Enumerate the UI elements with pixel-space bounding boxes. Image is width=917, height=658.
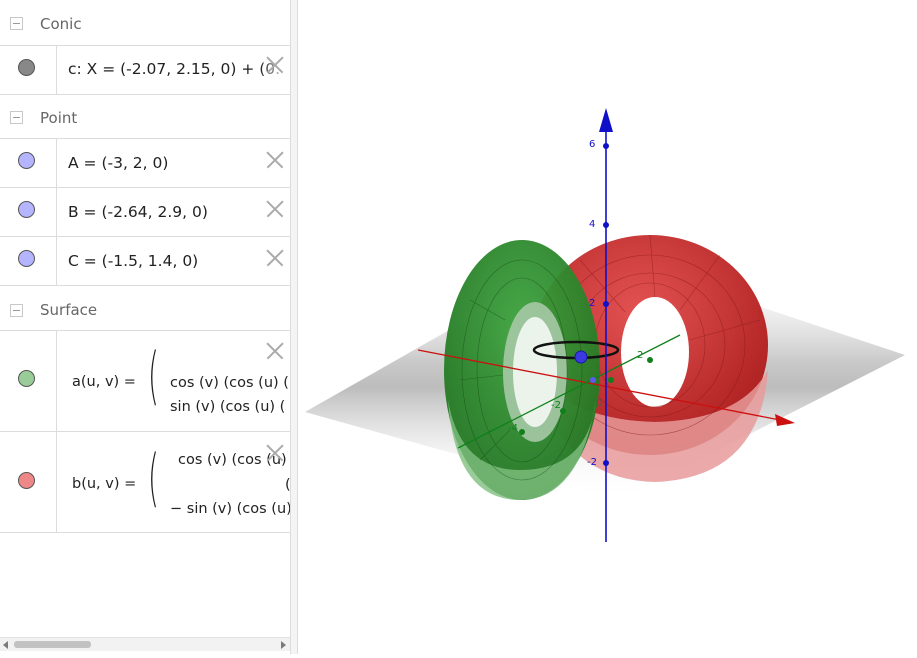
z-tick-label: 6: [589, 139, 595, 150]
delete-icon[interactable]: [266, 342, 284, 360]
marble-cell: [0, 139, 57, 187]
point-marker[interactable]: [590, 377, 596, 383]
group-header-conic[interactable]: Conic: [0, 0, 290, 46]
z-tick-label: 4: [589, 219, 595, 230]
surface-name[interactable]: b(u, v) =: [72, 476, 136, 492]
scrollbar-thumb[interactable]: [14, 641, 91, 648]
algebra-row-point-a[interactable]: A = (-3, 2, 0): [0, 139, 290, 188]
algebra-row-surface-a[interactable]: a(u, v) = ( cos (v) (cos (u) ( sin (v) (…: [0, 331, 290, 432]
conic-definition[interactable]: c: X = (-2.07, 2.15, 0) + (0.: [68, 60, 280, 78]
z-tick-label: 2: [589, 298, 595, 309]
graphics-canvas[interactable]: 6 4 2 -2 2 -2 -4 0: [298, 0, 917, 654]
point-marker[interactable]: [608, 377, 614, 383]
point-definition[interactable]: A = (-3, 2, 0): [68, 154, 168, 172]
y-tick-label: -4: [508, 423, 518, 434]
scroll-left-icon[interactable]: [3, 641, 8, 649]
collapse-icon[interactable]: [10, 17, 23, 30]
marble-cell: [0, 237, 57, 285]
matrix-row: − sin (v) (cos (u): [170, 501, 290, 517]
marble-cell: [0, 432, 57, 532]
delete-icon[interactable]: [266, 151, 284, 169]
marble-cell: [0, 331, 57, 431]
visibility-toggle-icon[interactable]: [18, 59, 35, 76]
algebra-row-surface-b[interactable]: b(u, v) = ( cos (v) (cos (u) ( − sin (v)…: [0, 432, 290, 533]
algebra-row-point-b[interactable]: B = (-2.64, 2.9, 0): [0, 188, 290, 237]
view-divider[interactable]: [290, 0, 298, 654]
visibility-toggle-icon[interactable]: [18, 472, 35, 489]
group-header-point[interactable]: Point: [0, 95, 290, 139]
algebra-row-point-c[interactable]: C = (-1.5, 1.4, 0): [0, 237, 290, 286]
delete-icon[interactable]: [266, 444, 284, 462]
group-title: Conic: [40, 15, 82, 33]
matrix-row: sin (v) (cos (u) (: [170, 399, 286, 415]
surface-name[interactable]: a(u, v) =: [72, 374, 136, 390]
group-header-surface[interactable]: Surface: [0, 286, 290, 331]
matrix-bracket: (: [148, 339, 159, 412]
collapse-icon[interactable]: [10, 304, 23, 317]
point-definition[interactable]: C = (-1.5, 1.4, 0): [68, 252, 198, 270]
algebra-view: Conic c: X = (-2.07, 2.15, 0) + (0. Poin…: [0, 0, 290, 654]
delete-icon[interactable]: [266, 200, 284, 218]
matrix-bracket: (: [148, 441, 159, 514]
point-marker[interactable]: [574, 350, 588, 364]
y-tick-label: -2: [551, 400, 561, 411]
group-title: Point: [40, 109, 78, 127]
horizontal-scrollbar[interactable]: [0, 637, 290, 651]
y-tick-label: 2: [637, 350, 643, 361]
z-tick-label: -2: [587, 457, 597, 468]
visibility-toggle-icon[interactable]: [18, 152, 35, 169]
visibility-toggle-icon[interactable]: [18, 250, 35, 267]
algebra-row-conic-c[interactable]: c: X = (-2.07, 2.15, 0) + (0.: [0, 46, 290, 95]
collapse-icon[interactable]: [10, 111, 23, 124]
marble-cell: [0, 188, 57, 236]
delete-icon[interactable]: [266, 56, 284, 74]
delete-icon[interactable]: [266, 249, 284, 267]
visibility-toggle-icon[interactable]: [18, 370, 35, 387]
matrix-row: cos (v) (cos (u) (: [170, 375, 289, 391]
point-definition[interactable]: B = (-2.64, 2.9, 0): [68, 203, 208, 221]
graphics-3d-view[interactable]: 6 4 2 -2 2 -2 -4 0: [298, 0, 917, 654]
group-title: Surface: [40, 301, 98, 319]
visibility-toggle-icon[interactable]: [18, 201, 35, 218]
scroll-right-icon[interactable]: [281, 641, 286, 649]
marble-cell: [0, 46, 57, 94]
origin-label: 0: [596, 398, 602, 409]
